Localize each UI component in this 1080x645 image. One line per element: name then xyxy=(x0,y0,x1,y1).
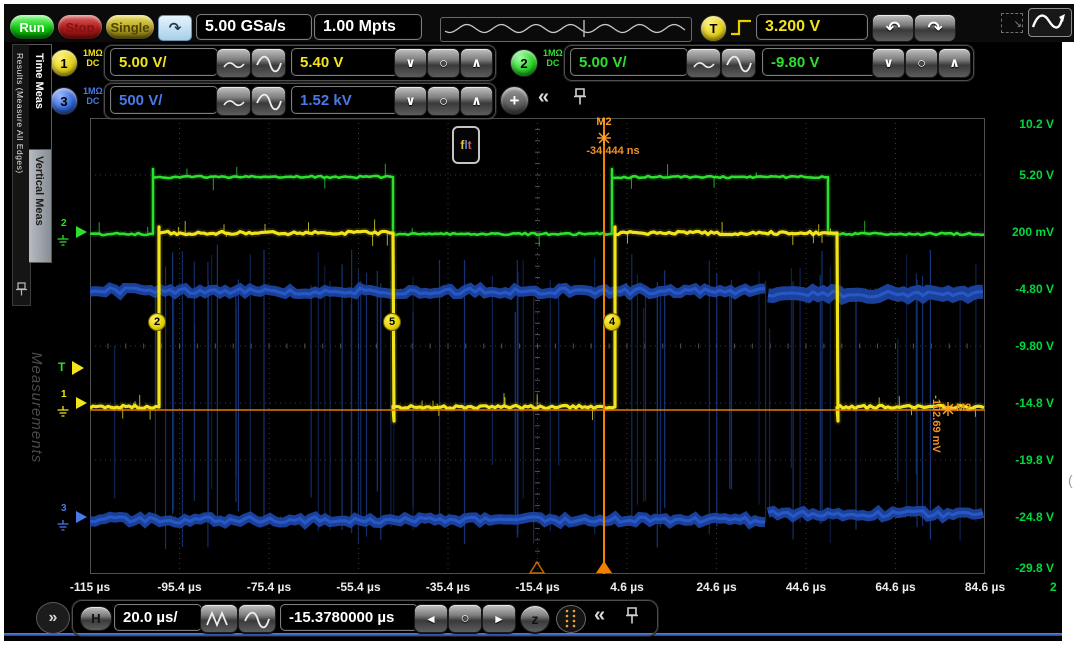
channel1-button[interactable]: 1 xyxy=(50,49,78,77)
stop-button[interactable]: Stop xyxy=(58,15,102,39)
channel1-scale-readout[interactable]: 5.00 V/ xyxy=(110,48,218,76)
collapse-horizontal-button[interactable]: « xyxy=(594,604,605,627)
markers-button[interactable] xyxy=(556,605,586,633)
results-strip-label: Results (Measure All Edges) xyxy=(15,53,25,174)
filter-indicator: flt xyxy=(452,126,480,164)
filter-badge-letter: t xyxy=(468,138,472,152)
tab-time-meas-label: Time Meas xyxy=(33,53,45,109)
pin-horizontal-button[interactable] xyxy=(624,606,640,628)
channel2-scale-readout[interactable]: 5.00 V/ xyxy=(570,48,688,76)
redo-button[interactable]: ↷ xyxy=(914,14,956,42)
compressed-wave-icon xyxy=(205,609,233,629)
timebase-readout[interactable]: 20.0 µs/ xyxy=(114,604,202,631)
small-wave-icon xyxy=(221,91,247,111)
channel2-coupling[interactable]: 1MΩ DC xyxy=(543,48,563,68)
channel3-scale-fine-button[interactable] xyxy=(216,86,251,116)
position-right-button[interactable]: ► xyxy=(482,604,516,633)
trigger-level-readout[interactable]: 3.200 V xyxy=(756,14,868,40)
channel3-offset-zero-button[interactable]: ○ xyxy=(427,86,460,116)
timebase-zoom-in-button[interactable] xyxy=(238,604,276,633)
position-left-button[interactable]: ◄ xyxy=(414,604,448,633)
channel1-offset-down-button[interactable]: ∨ xyxy=(394,48,427,78)
collapse-channels-button[interactable]: « xyxy=(538,86,549,109)
pin-icon xyxy=(572,87,588,109)
channel2-offset-up-button[interactable]: ∧ xyxy=(938,48,971,78)
marker-m2-voltage-value: -102.69 mV xyxy=(930,395,942,452)
channel3-coupling[interactable]: 1MΩ DC xyxy=(83,86,103,106)
marker-m2-time-value: -34.444 ns xyxy=(586,145,639,157)
channel1-coupling-label: DC xyxy=(83,58,103,68)
channel3-scale-coarse-button[interactable] xyxy=(251,86,286,116)
channel1-offset-up-button[interactable]: ∧ xyxy=(460,48,493,78)
capture-arrow-icon: ↷ xyxy=(169,19,182,37)
zoom-mode-button[interactable]: z xyxy=(520,605,550,633)
horizontal-position-readout[interactable]: -15.3780000 µs xyxy=(280,604,418,631)
oscilloscope-screen: { "topbar": { "run_label": "Run", "stop_… xyxy=(0,0,1080,645)
channel2-scale-coarse-button[interactable] xyxy=(721,48,756,78)
drag-region-icon: ↘ xyxy=(1001,13,1023,33)
bottom-edge-strip xyxy=(4,636,1062,641)
channel1-offset-zero-button[interactable]: ○ xyxy=(427,48,460,78)
channel1-impedance-label: 1MΩ xyxy=(83,48,103,58)
single-button[interactable]: Single xyxy=(106,15,154,39)
margin-artifact-glyph: ( xyxy=(1068,472,1073,488)
trigger-edge-button[interactable] xyxy=(729,16,753,39)
channel3-button[interactable]: 3 xyxy=(50,87,78,115)
rising-edge-icon xyxy=(729,16,753,39)
channel2-coupling-label: DC xyxy=(543,58,563,68)
small-wave-icon xyxy=(691,53,717,73)
dotted-markers-icon xyxy=(557,606,583,630)
channel2-offset-readout[interactable]: -9.80 V xyxy=(762,48,876,76)
memory-depth-readout: 1.00 Mpts xyxy=(314,14,422,40)
channel1-coupling[interactable]: 1MΩ DC xyxy=(83,48,103,68)
large-wave-icon xyxy=(255,90,283,112)
large-wave-icon xyxy=(725,52,753,74)
acquisition-preview[interactable] xyxy=(440,17,692,42)
measurements-watermark: Measurements xyxy=(28,352,45,463)
pin-channels-button[interactable] xyxy=(572,87,588,109)
tab-vertical-meas[interactable]: Vertical Meas xyxy=(29,149,52,263)
channel2-offset-zero-button[interactable]: ○ xyxy=(905,48,938,78)
expand-panel-button[interactable]: » xyxy=(36,602,70,634)
channel1-scale-coarse-button[interactable] xyxy=(251,48,286,78)
waveform-display[interactable] xyxy=(90,118,985,574)
channel2-impedance-label: 1MΩ xyxy=(543,48,563,58)
undo-button[interactable]: ↶ xyxy=(872,14,914,42)
wave-drag-icon xyxy=(1028,8,1072,37)
waveform-preview-icon xyxy=(441,18,689,39)
timebase-zoom-out-button[interactable] xyxy=(200,604,238,633)
position-zero-button[interactable]: ○ xyxy=(448,604,482,633)
channel1-offset-readout[interactable]: 5.40 V xyxy=(291,48,399,76)
large-wave-icon xyxy=(255,52,283,74)
channel3-offset-down-button[interactable]: ∨ xyxy=(394,86,427,116)
trigger-source-button[interactable]: T xyxy=(700,15,727,42)
capture-mode-button[interactable]: ↷ xyxy=(158,15,192,41)
channel2-offset-down-button[interactable]: ∨ xyxy=(872,48,905,78)
channel2-button[interactable]: 2 xyxy=(510,49,538,77)
sample-rate-readout: 5.00 GSa/s xyxy=(196,14,312,40)
pin-icon xyxy=(624,606,640,628)
channel3-scale-readout[interactable]: 500 V/ xyxy=(110,86,218,114)
marker-m2-label[interactable]: M2 xyxy=(596,116,611,128)
channel3-coupling-label: DC xyxy=(83,96,103,106)
channel3-impedance-label: 1MΩ xyxy=(83,86,103,96)
channel3-offset-up-button[interactable]: ∧ xyxy=(460,86,493,116)
add-channel-button[interactable]: + xyxy=(500,86,529,115)
channel3-offset-readout[interactable]: 1.52 kV xyxy=(291,86,399,114)
tab-vertical-meas-label: Vertical Meas xyxy=(33,156,45,226)
large-wave-icon xyxy=(243,608,271,630)
horizontal-menu-button[interactable]: H xyxy=(80,606,112,631)
marker-m2-right-label[interactable]: M2 xyxy=(956,402,971,414)
pin-icon xyxy=(15,281,28,297)
run-button[interactable]: Run xyxy=(10,15,54,39)
clipped-corner-label: 2 xyxy=(1050,580,1057,594)
channel1-scale-fine-button[interactable] xyxy=(216,48,251,78)
tab-time-meas[interactable]: Time Meas xyxy=(29,44,52,151)
small-wave-icon xyxy=(221,53,247,73)
touch-zoom-button[interactable]: ↘ xyxy=(996,7,1074,38)
channel2-scale-fine-button[interactable] xyxy=(686,48,721,78)
